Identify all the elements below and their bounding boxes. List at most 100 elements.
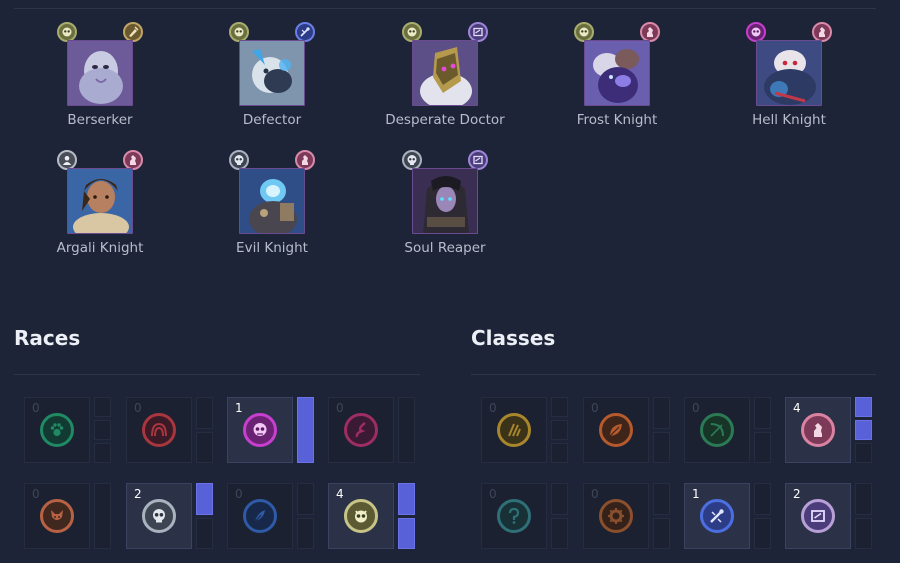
- hero-card[interactable]: Berserker: [20, 8, 180, 128]
- synergy-box: 0: [481, 397, 547, 463]
- hero-card[interactable]: Argali Knight: [20, 136, 180, 256]
- feather-icon: [243, 499, 277, 533]
- tier-bar: [196, 517, 213, 549]
- hero-card[interactable]: Frost Knight: [537, 8, 697, 128]
- hero-card[interactable]: Soul Reaper: [365, 136, 525, 256]
- class-synergy-tile[interactable]: 0: [481, 397, 571, 463]
- tier-bar-filled: [297, 397, 314, 463]
- hero-card[interactable]: Hell Knight: [709, 8, 869, 128]
- synergy-count: 0: [591, 401, 599, 415]
- race-synergy-tile[interactable]: 0: [24, 397, 114, 463]
- synergy-bars: [551, 483, 568, 549]
- tier-bar: [196, 431, 213, 463]
- class-synergy-tile[interactable]: 0: [684, 397, 774, 463]
- synergy-bars: [398, 483, 415, 549]
- synergy-bars: [855, 397, 872, 463]
- synergy-count: 0: [489, 487, 497, 501]
- synergy-box: 0: [24, 483, 90, 549]
- synergy-box: 1: [684, 483, 750, 549]
- tier-bar: [94, 420, 111, 440]
- synergy-count: 0: [235, 487, 243, 501]
- tier-bar: [94, 483, 111, 549]
- hero-name: Frost Knight: [576, 112, 658, 128]
- gear-icon: [599, 499, 633, 533]
- races-heading: Races: [14, 326, 81, 350]
- tier-bar: [754, 397, 771, 429]
- race-synergy-tile[interactable]: 0: [24, 483, 114, 549]
- skull-icon: [142, 499, 176, 533]
- race-synergy-tile[interactable]: 0: [328, 397, 418, 463]
- class-synergy-tile[interactable]: 0: [583, 397, 673, 463]
- synergy-count: 0: [336, 401, 344, 415]
- classes-divider: [471, 374, 876, 375]
- fox-icon: [40, 499, 74, 533]
- wizard-class-icon: [468, 150, 488, 170]
- beast-face-icon: [344, 499, 378, 533]
- synergy-box: 0: [126, 397, 192, 463]
- synergy-bars: [398, 397, 415, 463]
- synergy-box: 0: [328, 397, 394, 463]
- hero-name: Desperate Doctor: [385, 112, 505, 128]
- race-synergy-tile[interactable]: 0: [126, 397, 216, 463]
- synergy-bars: [297, 483, 314, 549]
- synergy-bars: [855, 483, 872, 549]
- synergy-bars: [94, 483, 111, 549]
- classes-heading: Classes: [471, 326, 556, 350]
- bow-icon: [700, 413, 734, 447]
- hero-name: Evil Knight: [236, 240, 308, 256]
- tier-bar: [297, 517, 314, 549]
- synergy-count: 0: [591, 487, 599, 501]
- human-race-icon: [57, 150, 77, 170]
- hero-card[interactable]: Defector: [192, 8, 352, 128]
- undead-race-icon: [229, 150, 249, 170]
- synergy-bars: [196, 483, 213, 549]
- race-synergy-tile[interactable]: 4: [328, 483, 418, 549]
- synergy-box: 1: [227, 397, 293, 463]
- book-icon: [801, 499, 835, 533]
- berserker-portrait: [67, 40, 133, 106]
- hero-name: Argali Knight: [56, 240, 144, 256]
- wizard-class-icon: [468, 22, 488, 42]
- beast-race-icon: [402, 22, 422, 42]
- hook-icon: [497, 499, 531, 533]
- race-synergy-tile[interactable]: 2: [126, 483, 216, 549]
- synergy-box: 0: [227, 483, 293, 549]
- class-synergy-tile[interactable]: 4: [785, 397, 875, 463]
- synergy-count: 4: [793, 401, 801, 415]
- synergy-box: 4: [785, 397, 851, 463]
- synergy-count: 1: [692, 487, 700, 501]
- tier-bar: [653, 431, 670, 463]
- tier-bar: [551, 517, 568, 549]
- synergy-box: 2: [785, 483, 851, 549]
- synergy-box: 0: [24, 397, 90, 463]
- class-synergy-tile[interactable]: 0: [481, 483, 571, 549]
- race-synergy-tile[interactable]: 1: [227, 397, 317, 463]
- synergy-count: 1: [235, 401, 243, 415]
- hero-card[interactable]: Desperate Doctor: [365, 8, 525, 128]
- tier-bar: [94, 397, 111, 417]
- synergy-box: 0: [583, 397, 649, 463]
- class-synergy-tile[interactable]: 1: [684, 483, 774, 549]
- tier-bar: [754, 483, 771, 515]
- hero-name: Hell Knight: [752, 112, 826, 128]
- mage-icon: [700, 499, 734, 533]
- synergy-bars: [653, 483, 670, 549]
- class-synergy-tile[interactable]: 0: [583, 483, 673, 549]
- synergy-count: 0: [32, 487, 40, 501]
- race-synergy-tile[interactable]: 0: [227, 483, 317, 549]
- hero-card[interactable]: Evil Knight: [192, 136, 352, 256]
- synergy-bars: [196, 397, 213, 463]
- tier-bar: [398, 397, 415, 463]
- tier-bar: [551, 397, 568, 417]
- beast-race-icon: [57, 22, 77, 42]
- synergy-count: 4: [336, 487, 344, 501]
- class-synergy-tile[interactable]: 2: [785, 483, 875, 549]
- demon-skull-icon: [243, 413, 277, 447]
- synergy-count: 2: [134, 487, 142, 501]
- tier-bar: [855, 483, 872, 515]
- synergy-box: 0: [481, 483, 547, 549]
- soul-reaper-portrait: [412, 168, 478, 234]
- synergy-bars: [653, 397, 670, 463]
- knight-class-icon: [123, 150, 143, 170]
- desperate-doctor-portrait: [412, 40, 478, 106]
